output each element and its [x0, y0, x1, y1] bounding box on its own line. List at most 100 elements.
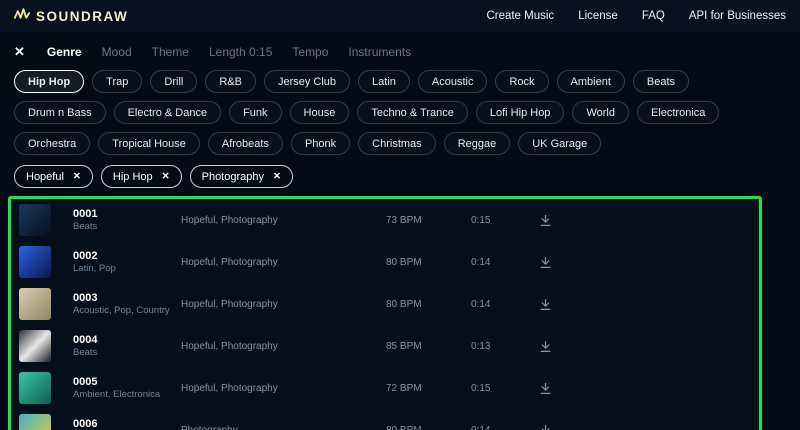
track-bpm: 80 BPM — [386, 257, 471, 268]
track-genres: Acoustic, Pop, Country — [73, 305, 181, 317]
track-duration: 0:15 — [471, 383, 539, 394]
track-thumbnail[interactable] — [19, 372, 51, 404]
genre-chip[interactable]: Electro & Dance — [114, 101, 221, 124]
track-bpm: 80 BPM — [386, 425, 471, 430]
genre-chip[interactable]: Jersey Club — [264, 70, 350, 93]
genre-chip[interactable]: Electronica — [637, 101, 719, 124]
filter-tab[interactable]: Instruments — [348, 45, 411, 59]
download-icon[interactable] — [539, 424, 583, 430]
header-nav: Create Music License FAQ API for Busines… — [486, 10, 786, 22]
track-id: 0006 — [73, 418, 181, 430]
genre-chip[interactable]: Lofi Hip Hop — [476, 101, 565, 124]
genre-chip-list: Hip Hop Trap Drill R&B Jersey Club Latin… — [14, 70, 786, 155]
genre-chip[interactable]: Afrobeats — [208, 132, 283, 155]
track-moods: Hopeful, Photography — [181, 257, 386, 268]
filter-tag[interactable]: Hopeful ✕ — [14, 165, 93, 188]
genre-chip[interactable]: Ambient — [557, 70, 625, 93]
genre-chip[interactable]: House — [290, 101, 350, 124]
remove-tag-icon[interactable]: ✕ — [162, 171, 170, 182]
download-icon[interactable] — [539, 298, 583, 311]
track-genres: Ambient, Electronica — [73, 389, 181, 401]
genre-chip[interactable]: Techno & Trance — [357, 101, 468, 124]
filter-tag-label: Photography — [202, 171, 264, 183]
genre-chip[interactable]: Funk — [229, 101, 281, 124]
track-row[interactable]: 0002 Latin, Pop Hopeful, Photography 80 … — [11, 241, 759, 283]
genre-chip[interactable]: Christmas — [358, 132, 436, 155]
track-id: 0002 — [73, 250, 181, 263]
track-id: 0004 — [73, 334, 181, 347]
header: SOUNDRAW Create Music License FAQ API fo… — [0, 0, 800, 32]
track-moods: Hopeful, Photography — [181, 215, 386, 226]
download-icon[interactable] — [539, 340, 583, 353]
soundraw-logo[interactable]: SOUNDRAW — [14, 7, 128, 26]
genre-chip[interactable]: Latin — [358, 70, 410, 93]
track-duration: 0:14 — [471, 257, 539, 268]
track-list-highlight-box: 0001 Beats Hopeful, Photography 73 BPM 0… — [8, 196, 762, 430]
track-row[interactable]: 0005 Ambient, Electronica Hopeful, Photo… — [11, 367, 759, 409]
genre-chip[interactable]: Tropical House — [98, 132, 200, 155]
track-row[interactable]: 0006 Latin Photography 80 BPM 0:14 — [11, 409, 759, 430]
genre-chip[interactable]: R&B — [205, 70, 256, 93]
genre-chip[interactable]: Drum n Bass — [14, 101, 106, 124]
filter-tab[interactable]: Theme — [152, 45, 189, 59]
track-row[interactable]: 0004 Beats Hopeful, Photography 85 BPM 0… — [11, 325, 759, 367]
track-moods: Hopeful, Photography — [181, 383, 386, 394]
filter-tab[interactable]: Length 0:15 — [209, 45, 272, 59]
genre-chip[interactable]: Beats — [633, 70, 689, 93]
track-id-block: 0001 Beats — [73, 208, 181, 233]
genre-chip[interactable]: Rock — [495, 70, 548, 93]
track-genres: Beats — [73, 221, 181, 233]
download-icon[interactable] — [539, 382, 583, 395]
genre-chip[interactable]: Trap — [92, 70, 142, 93]
genre-chip[interactable]: UK Garage — [518, 132, 601, 155]
track-id: 0005 — [73, 376, 181, 389]
track-thumbnail[interactable] — [19, 246, 51, 278]
filter-bar: ✕ Genre Mood Theme Length 0:15 Tempo Instrume… — [14, 44, 800, 60]
filter-tabs: Genre Mood Theme Length 0:15 Tempo Instrument… — [47, 45, 411, 59]
track-thumbnail[interactable] — [19, 288, 51, 320]
track-id: 0003 — [73, 292, 181, 305]
filter-tab[interactable]: Genre — [47, 45, 82, 59]
track-duration: 0:15 — [471, 215, 539, 226]
track-id-block: 0005 Ambient, Electronica — [73, 376, 181, 401]
remove-tag-icon[interactable]: ✕ — [273, 171, 281, 182]
filter-tab[interactable]: Tempo — [292, 45, 328, 59]
genre-chip[interactable]: Phonk — [291, 132, 350, 155]
track-duration: 0:13 — [471, 341, 539, 352]
genre-chip[interactable]: Reggae — [444, 132, 511, 155]
track-bpm: 73 BPM — [386, 215, 471, 226]
genre-chip[interactable]: Hip Hop — [14, 70, 84, 93]
genre-chip[interactable]: Drill — [150, 70, 197, 93]
track-genres: Beats — [73, 347, 181, 359]
genre-chip[interactable]: Orchestra — [14, 132, 90, 155]
active-filter-tags: Hopeful ✕ Hip Hop ✕ Photography ✕ — [14, 165, 786, 188]
track-row[interactable]: 0001 Beats Hopeful, Photography 73 BPM 0… — [11, 199, 759, 241]
track-bpm: 85 BPM — [386, 341, 471, 352]
filter-tag[interactable]: Photography ✕ — [190, 165, 293, 188]
track-id-block: 0006 Latin — [73, 418, 181, 430]
genre-chip[interactable]: World — [572, 101, 629, 124]
genre-chip[interactable]: Acoustic — [418, 70, 488, 93]
track-thumbnail[interactable] — [19, 330, 51, 362]
download-icon[interactable] — [539, 256, 583, 269]
track-thumbnail[interactable] — [19, 414, 51, 430]
track-duration: 0:14 — [471, 299, 539, 310]
track-thumbnail[interactable] — [19, 204, 51, 236]
download-icon[interactable] — [539, 214, 583, 227]
track-moods: Hopeful, Photography — [181, 299, 386, 310]
filter-tab[interactable]: Mood — [102, 45, 132, 59]
waveform-logo-icon — [14, 7, 31, 26]
nav-link[interactable]: License — [578, 10, 618, 22]
filter-tag[interactable]: Hip Hop ✕ — [101, 165, 182, 188]
track-id-block: 0003 Acoustic, Pop, Country — [73, 292, 181, 317]
track-row[interactable]: 0003 Acoustic, Pop, Country Hopeful, Pho… — [11, 283, 759, 325]
logo-text: SOUNDRAW — [36, 9, 128, 24]
close-filters-icon[interactable]: ✕ — [14, 44, 25, 60]
nav-link[interactable]: API for Businesses — [689, 10, 786, 22]
filter-tag-label: Hip Hop — [113, 171, 153, 183]
track-moods: Hopeful, Photography — [181, 341, 386, 352]
filter-tag-label: Hopeful — [26, 171, 64, 183]
nav-link[interactable]: Create Music — [486, 10, 554, 22]
nav-link[interactable]: FAQ — [642, 10, 665, 22]
remove-tag-icon[interactable]: ✕ — [73, 171, 81, 182]
